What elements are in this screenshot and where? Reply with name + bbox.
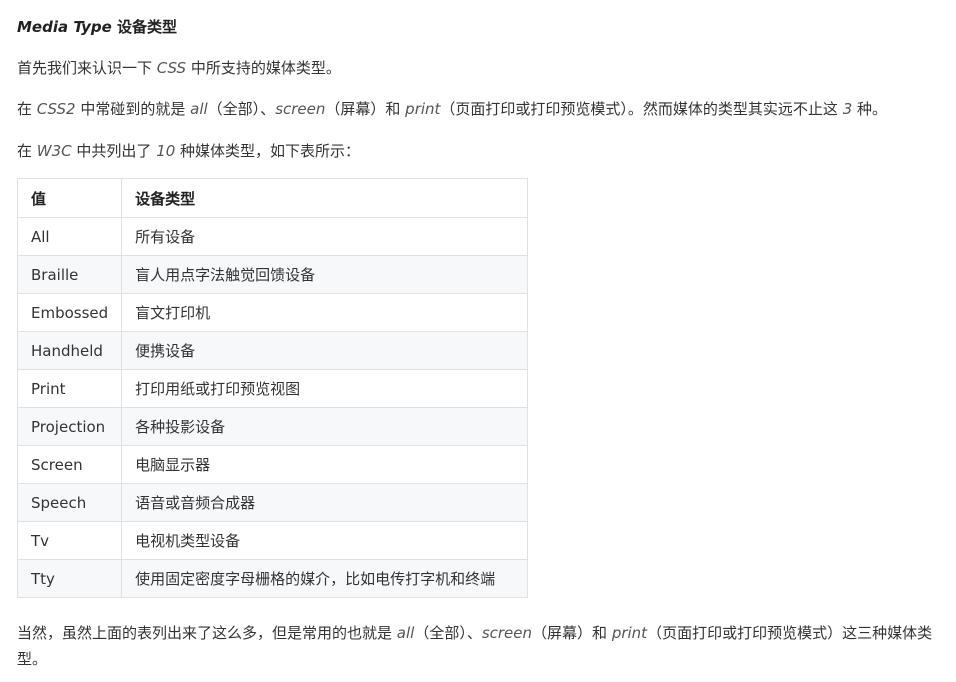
code-term: all xyxy=(190,100,208,118)
cell-value: Embossed xyxy=(16,293,123,332)
cell-device: 语音或音频合成器 xyxy=(121,483,528,522)
w3c-paragraph: 在 W3C 中共列出了 10 种媒体类型，如下表所示： xyxy=(17,138,360,164)
table-row: Tv 电视机类型设备 xyxy=(16,521,528,560)
code-term: CSS xyxy=(156,59,187,77)
outro-paragraph: 当然，虽然上面的表列出来了这么多，但是常用的也就是 all（全部）、screen… xyxy=(17,620,952,672)
code-term: print xyxy=(611,624,648,642)
table-row: Tty 使用固定密度字母栅格的媒介，比如电传打字机和终端 xyxy=(16,559,528,598)
cell-device: 所有设备 xyxy=(121,217,528,256)
text-run: 中常碰到的就是 xyxy=(75,100,191,118)
cell-value: Speech xyxy=(16,483,123,522)
code-term: W3C xyxy=(36,142,72,160)
table-row: Embossed 盲文打印机 xyxy=(16,293,528,332)
header-value: 值 xyxy=(16,178,123,218)
table-row: Braille 盲人用点字法触觉回馈设备 xyxy=(16,255,528,294)
article-section: Media Type 设备类型 首先我们来认识一下 CSS 中所支持的媒体类型。… xyxy=(0,0,956,682)
code-term: print xyxy=(405,100,441,118)
text-run: （屏幕）和 xyxy=(325,100,406,118)
intro-paragraph: 首先我们来认识一下 CSS 中所支持的媒体类型。 xyxy=(17,55,341,81)
cell-device: 打印用纸或打印预览视图 xyxy=(121,369,528,408)
table-row: Print 打印用纸或打印预览视图 xyxy=(16,369,528,408)
cell-value: Braille xyxy=(16,255,123,294)
cell-device: 使用固定密度字母栅格的媒介，比如电传打字机和终端 xyxy=(121,559,528,598)
code-term: all xyxy=(396,624,415,642)
cell-value: Tty xyxy=(16,559,123,598)
cell-value: Projection xyxy=(16,407,123,446)
code-term: 10 xyxy=(156,142,176,160)
table-row: Speech 语音或音频合成器 xyxy=(16,483,528,522)
header-device-type: 设备类型 xyxy=(121,178,528,218)
cell-device: 盲人用点字法触觉回馈设备 xyxy=(121,255,528,294)
text-run: 当然，虽然上面的表列出来了这么多，但是常用的也就是 xyxy=(17,624,397,642)
text-run: （全部）、 xyxy=(207,100,276,118)
cell-device: 各种投影设备 xyxy=(121,407,528,446)
heading-italic: Media Type xyxy=(17,18,112,36)
section-heading: Media Type 设备类型 xyxy=(17,16,177,37)
code-term: screen xyxy=(275,100,326,118)
heading-text: 设备类型 xyxy=(111,18,177,36)
code-term: CSS2 xyxy=(36,100,76,118)
text-run: 在 xyxy=(17,100,37,118)
code-term: 3 xyxy=(842,100,853,118)
cell-value: Screen xyxy=(16,445,123,484)
table-row: Handheld 便携设备 xyxy=(16,331,528,370)
css2-paragraph: 在 CSS2 中常碰到的就是 all（全部）、screen（屏幕）和 print… xyxy=(17,96,887,122)
text-run: 中所支持的媒体类型。 xyxy=(186,59,341,77)
cell-value: Handheld xyxy=(16,331,123,370)
cell-value: Print xyxy=(16,369,123,408)
text-run: 首先我们来认识一下 xyxy=(17,59,157,77)
media-type-table: 值 设备类型 All 所有设备 Braille 盲人用点字法触觉回馈设备 Emb… xyxy=(16,178,528,598)
text-run: 种。 xyxy=(852,100,888,118)
text-run: 种媒体类型，如下表所示： xyxy=(175,142,361,160)
cell-device: 便携设备 xyxy=(121,331,528,370)
cell-value: Tv xyxy=(16,521,123,560)
table-row: All 所有设备 xyxy=(16,217,528,256)
text-run: 在 xyxy=(17,142,37,160)
cell-device: 电脑显示器 xyxy=(121,445,528,484)
code-term: screen xyxy=(481,624,533,642)
cell-value: All xyxy=(16,217,123,256)
text-run: （屏幕）和 xyxy=(532,624,612,642)
table-row: Projection 各种投影设备 xyxy=(16,407,528,446)
text-run: （全部）、 xyxy=(414,624,482,642)
table-header-row: 值 设备类型 xyxy=(16,178,528,218)
cell-device: 盲文打印机 xyxy=(121,293,528,332)
text-run: （页面打印或打印预览模式）。然而媒体的类型其实远不止这 xyxy=(440,100,843,118)
text-run: 中共列出了 xyxy=(71,142,157,160)
cell-device: 电视机类型设备 xyxy=(121,521,528,560)
table-row: Screen 电脑显示器 xyxy=(16,445,528,484)
